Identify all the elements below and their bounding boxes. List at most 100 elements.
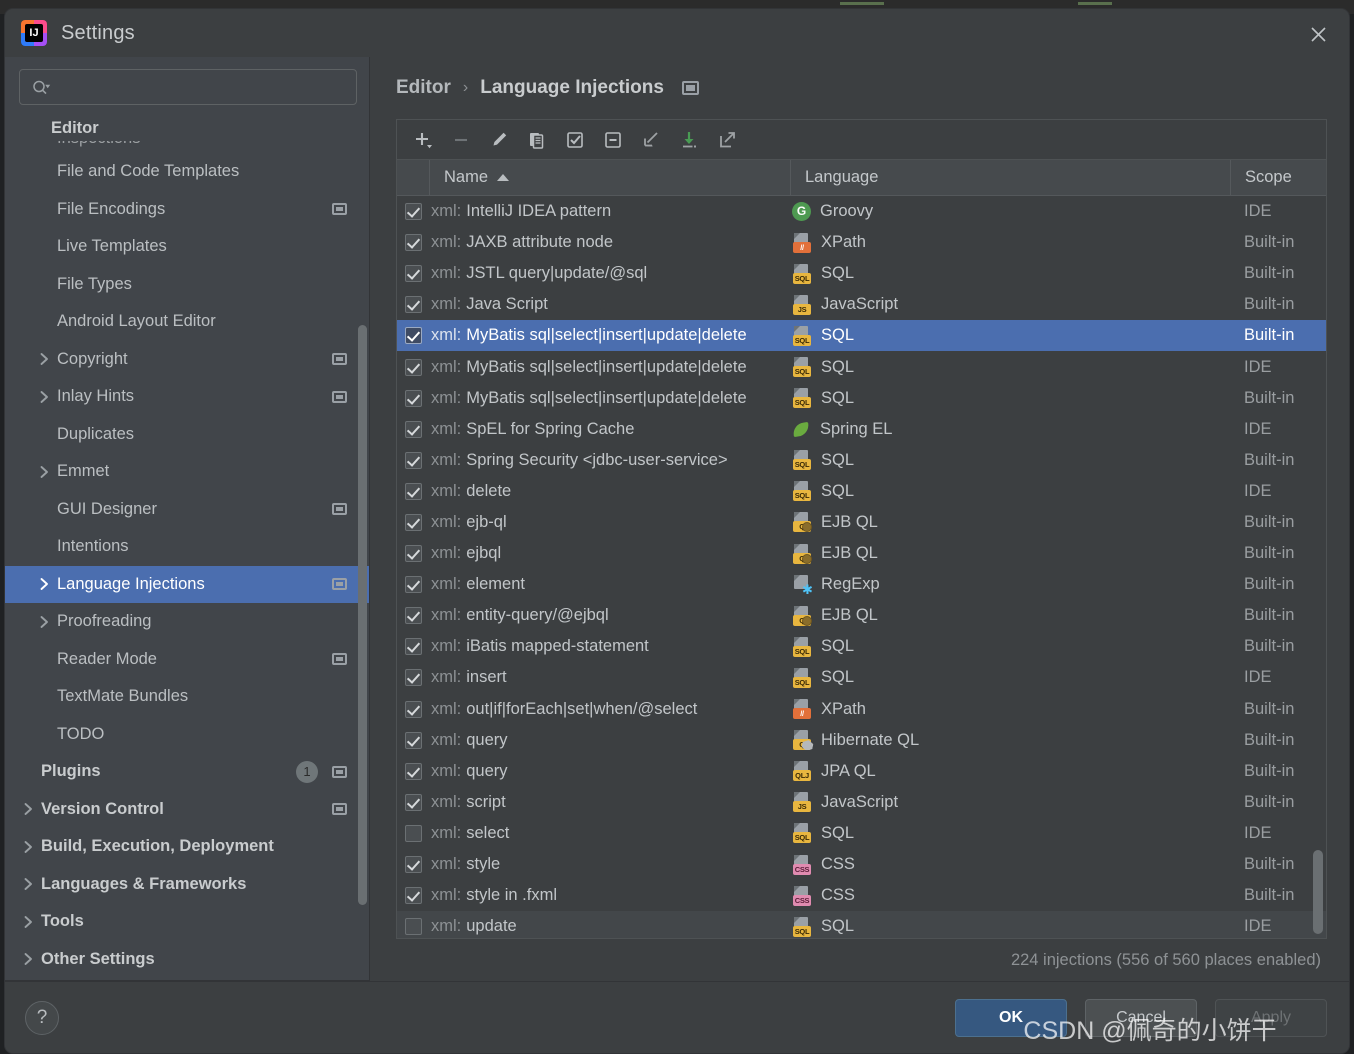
- injection-enabled-checkbox[interactable]: [404, 265, 422, 283]
- chevron-right-icon[interactable]: [35, 615, 53, 629]
- injection-enabled-checkbox[interactable]: [404, 762, 422, 780]
- injection-enabled-checkbox[interactable]: [404, 234, 422, 252]
- table-row[interactable]: xml: style in .fxml CSS CSS Built-in: [397, 880, 1326, 911]
- injection-enabled-checkbox[interactable]: [404, 856, 422, 874]
- chevron-right-icon[interactable]: [35, 390, 53, 404]
- chevron-right-icon[interactable]: [19, 802, 37, 816]
- injection-enabled-checkbox[interactable]: [404, 358, 422, 376]
- sidebar-item-emmet[interactable]: Emmet: [5, 453, 369, 491]
- table-row[interactable]: xml: MyBatis sql|select|insert|update|del…: [397, 383, 1326, 414]
- search-field[interactable]: [19, 69, 357, 105]
- sidebar-item-version-control[interactable]: Version Control: [5, 791, 369, 829]
- chevron-right-icon[interactable]: [35, 577, 53, 591]
- chevron-right-icon[interactable]: [19, 952, 37, 966]
- table-row[interactable]: xml: query Q Hibernate QL Built-in: [397, 725, 1326, 756]
- injection-enabled-checkbox[interactable]: [404, 793, 422, 811]
- table-row[interactable]: xml: JAXB attribute node//XPath Built-in: [397, 227, 1326, 258]
- table-header-language[interactable]: Language: [790, 160, 1230, 195]
- table-row[interactable]: xml: iBatis mapped-statement SQL SQL Built-i…: [397, 631, 1326, 662]
- injection-enabled-checkbox[interactable]: [404, 887, 422, 905]
- sidebar-item-language-injections[interactable]: Language Injections: [5, 565, 369, 603]
- table-row[interactable]: xml:entity-query/@ejbqlQEJB QLBuilt-in: [397, 600, 1326, 631]
- injection-enabled-checkbox[interactable]: [404, 669, 422, 687]
- import-button[interactable]: [673, 125, 705, 155]
- table-row[interactable]: xml: MyBatis sql|select|insert|update|del…: [397, 320, 1326, 352]
- revert-button[interactable]: [635, 125, 667, 155]
- table-row[interactable]: xml: Java Script JS JavaScript Built-in: [397, 289, 1326, 320]
- sidebar-item-reader-mode[interactable]: Reader Mode: [5, 641, 369, 679]
- sidebar-item-todo[interactable]: TODO: [5, 716, 369, 754]
- sidebar-item-file-encodings[interactable]: File Encodings: [5, 191, 369, 229]
- sidebar-item-build-execution-deployment[interactable]: Build, Execution, Deployment: [5, 828, 369, 866]
- chevron-right-icon[interactable]: [19, 840, 37, 854]
- close-icon[interactable]: [1301, 17, 1335, 51]
- table-row[interactable]: xml: JSTL query|update/@sql SQL SQL Built-in: [397, 258, 1326, 289]
- injection-enabled-checkbox[interactable]: [404, 420, 422, 438]
- table-row[interactable]: xml: style CSS CSS Built-in: [397, 849, 1326, 880]
- export-button[interactable]: [711, 125, 743, 155]
- sidebar-item-live-templates[interactable]: Live Templates: [5, 228, 369, 266]
- sidebar-item-tools[interactable]: Tools: [5, 903, 369, 941]
- settings-tree[interactable]: Editor InspectionsFile and Code Template…: [5, 115, 369, 980]
- injections-table-body[interactable]: xml: IntelliJ IDEA pattern G Groovy IDE xml: J…: [397, 196, 1326, 938]
- injection-enabled-checkbox[interactable]: [404, 327, 422, 345]
- table-row[interactable]: xml: SpEL for Spring Cache Spring EL IDE: [397, 414, 1326, 445]
- table-row[interactable]: xml: IntelliJ IDEA pattern G Groovy IDE: [397, 196, 1326, 227]
- injection-enabled-checkbox[interactable]: [404, 451, 422, 469]
- injection-enabled-checkbox[interactable]: [404, 824, 422, 842]
- injection-enabled-checkbox[interactable]: [404, 296, 422, 314]
- ok-button[interactable]: OK: [955, 998, 1067, 1037]
- sidebar-item-file-types[interactable]: File Types: [5, 266, 369, 304]
- sidebar-item-duplicates[interactable]: Duplicates: [5, 416, 369, 454]
- sidebar-item-copyright[interactable]: Copyright: [5, 341, 369, 379]
- table-row[interactable]: xml: MyBatis sql|select|insert|update|del…: [397, 351, 1326, 382]
- table-header-name[interactable]: Name: [429, 160, 790, 195]
- injection-enabled-checkbox[interactable]: [404, 576, 422, 594]
- sidebar-item-plugins[interactable]: Plugins 1: [5, 753, 369, 791]
- apply-button[interactable]: Apply: [1215, 998, 1327, 1037]
- injection-enabled-checkbox[interactable]: [404, 545, 422, 563]
- sidebar-item-textmate-bundles[interactable]: TextMate Bundles: [5, 678, 369, 716]
- sidebar-item-inlay-hints[interactable]: Inlay Hints: [5, 378, 369, 416]
- disable-selected-button[interactable]: [597, 125, 629, 155]
- sidebar-item-file-and-code-templates[interactable]: File and Code Templates: [5, 153, 369, 191]
- edit-button[interactable]: [483, 125, 515, 155]
- table-row[interactable]: xml: delete SQL SQL IDE: [397, 476, 1326, 507]
- chevron-right-icon[interactable]: [35, 465, 53, 479]
- help-icon[interactable]: ?: [25, 1000, 59, 1035]
- injection-enabled-checkbox[interactable]: [404, 918, 422, 936]
- sidebar-item-proofreading[interactable]: Proofreading: [5, 603, 369, 641]
- cancel-button[interactable]: Cancel: [1085, 998, 1197, 1037]
- breadcrumb-parent[interactable]: Editor: [396, 77, 451, 99]
- sidebar-item-android-layout-editor[interactable]: Android Layout Editor: [5, 303, 369, 341]
- table-row[interactable]: xml: query QLJ JPA QL Built-in: [397, 756, 1326, 787]
- injection-enabled-checkbox[interactable]: [404, 482, 422, 500]
- injection-enabled-checkbox[interactable]: [404, 731, 422, 749]
- chevron-right-icon[interactable]: [19, 915, 37, 929]
- sidebar-scrollbar[interactable]: [358, 325, 367, 905]
- table-scrollbar[interactable]: [1313, 850, 1323, 934]
- chevron-right-icon[interactable]: [35, 352, 53, 366]
- injection-enabled-checkbox[interactable]: [404, 203, 422, 221]
- enable-selected-button[interactable]: [559, 125, 591, 155]
- add-button[interactable]: [407, 125, 439, 155]
- table-row[interactable]: xml: update SQL SQL IDE: [397, 911, 1326, 938]
- table-row[interactable]: xml: out|if|forEach|set|when/@select//XPa…: [397, 694, 1326, 725]
- table-row[interactable]: xml: insert SQL SQL IDE: [397, 662, 1326, 693]
- injection-enabled-checkbox[interactable]: [404, 607, 422, 625]
- injection-enabled-checkbox[interactable]: [404, 513, 422, 531]
- sidebar-item-intentions[interactable]: Intentions: [5, 528, 369, 566]
- table-row[interactable]: xml: script JS JavaScript Built-in: [397, 787, 1326, 818]
- table-row[interactable]: xml:ejb-qlQEJB QLBuilt-in: [397, 507, 1326, 538]
- table-row[interactable]: xml: element ✱ RegExp Built-in: [397, 569, 1326, 600]
- duplicate-button[interactable]: [521, 125, 553, 155]
- injection-enabled-checkbox[interactable]: [404, 389, 422, 407]
- injection-enabled-checkbox[interactable]: [404, 638, 422, 656]
- chevron-right-icon[interactable]: [19, 877, 37, 891]
- search-input[interactable]: [57, 78, 348, 96]
- sidebar-item-languages-frameworks[interactable]: Languages & Frameworks: [5, 866, 369, 904]
- table-row[interactable]: xml:ejbqlQEJB QLBuilt-in: [397, 538, 1326, 569]
- table-header-scope[interactable]: Scope: [1230, 160, 1326, 195]
- sidebar-item-other-settings[interactable]: Other Settings: [5, 941, 369, 979]
- injection-enabled-checkbox[interactable]: [404, 700, 422, 718]
